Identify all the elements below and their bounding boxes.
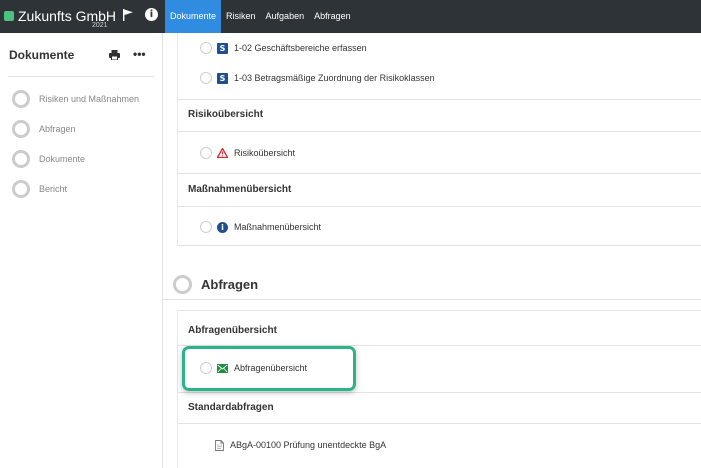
warning-icon: [217, 148, 228, 158]
sidebar-item-risiken-und-massnahmen[interactable]: Risiken und Maßnahmen: [12, 89, 139, 109]
list-item[interactable]: i Maßnahmenübersicht: [200, 220, 321, 234]
divider: [178, 206, 701, 207]
status-ring-icon: [12, 90, 30, 108]
s-document-icon: S: [217, 42, 228, 54]
list-item-label: 1-03 Betragsmäßige Zuordnung der Risikok…: [234, 73, 435, 83]
divider: [163, 299, 701, 300]
section-status-ring-icon: [173, 275, 192, 294]
divider: [178, 423, 701, 424]
divider: [178, 392, 701, 393]
sidebar-title: Dokumente: [9, 48, 75, 62]
list-item-label: Maßnahmenübersicht: [234, 222, 322, 232]
main-nav: Dokumente Risiken Aufgaben Abfragen: [165, 0, 356, 33]
divider: [178, 173, 701, 174]
sidebar-item-label: Dokumente: [39, 154, 86, 164]
highlight-box: [182, 346, 356, 391]
top-bar: Zukunfts GmbH 2021 i Dokumente Risiken A…: [0, 0, 701, 33]
sidebar-item-abfragen[interactable]: Abfragen: [12, 119, 76, 139]
main-content: S 1-02 Geschäftsbereiche erfassen S 1-03…: [163, 33, 701, 468]
list-item[interactable]: S 1-02 Geschäftsbereiche erfassen: [200, 41, 367, 55]
status-ring-icon: [200, 42, 212, 54]
flag-icon[interactable]: [122, 9, 134, 21]
print-icon[interactable]: [109, 50, 120, 60]
sidebar-divider: [8, 76, 154, 77]
nav-aufgaben[interactable]: Aufgaben: [261, 0, 310, 33]
status-ring-icon: [200, 72, 212, 84]
list-item-label: 1-02 Geschäftsbereiche erfassen: [234, 43, 367, 53]
info-icon: i: [217, 221, 228, 233]
sidebar-item-dokumente[interactable]: Dokumente: [12, 149, 85, 169]
status-ring-icon: [200, 221, 212, 233]
company-year: 2021: [92, 22, 108, 29]
document-icon: [215, 439, 224, 451]
dokumente-card: S 1-02 Geschäftsbereiche erfassen S 1-03…: [177, 33, 701, 246]
sidebar-item-bericht[interactable]: Bericht: [12, 179, 67, 199]
status-ring-icon: [12, 150, 30, 168]
section-header-standardabfragen: Standardabfragen: [188, 402, 274, 413]
sidebar-item-label: Abfragen: [39, 124, 76, 134]
brand-icon: [4, 11, 14, 21]
nav-abfragen[interactable]: Abfragen: [309, 0, 356, 33]
s-document-icon: S: [217, 72, 228, 84]
divider: [178, 310, 701, 311]
section-title-abfragen: Abfragen: [201, 277, 259, 292]
list-item-label: ABgA-00100 Prüfung unentdeckte BgA: [230, 440, 387, 450]
more-options-icon[interactable]: •••: [133, 47, 146, 61]
section-header-abfragenuebersicht: Abfragenübersicht: [188, 325, 277, 336]
list-item-label: Risikoübersicht: [234, 148, 296, 158]
section-header-risikouebersicht: Risikoübersicht: [188, 109, 264, 120]
info-icon[interactable]: i: [145, 8, 158, 21]
list-item[interactable]: Risikoübersicht: [200, 146, 295, 160]
nav-risiken[interactable]: Risiken: [221, 0, 261, 33]
sidebar: Dokumente ••• Risiken und Maßnahmen Abfr…: [0, 33, 163, 468]
status-ring-icon: [12, 180, 30, 198]
divider: [178, 131, 701, 132]
section-header-massnahmenuebersicht: Maßnahmenübersicht: [188, 184, 292, 195]
list-item[interactable]: S 1-03 Betragsmäßige Zuordnung der Risik…: [200, 71, 435, 85]
sidebar-item-label: Risiken und Maßnahmen: [39, 94, 140, 104]
status-ring-icon: [200, 147, 212, 159]
list-item[interactable]: ABgA-00100 Prüfung unentdeckte BgA: [215, 438, 386, 452]
divider: [178, 99, 701, 100]
sidebar-item-label: Bericht: [39, 184, 68, 194]
status-ring-icon: [12, 120, 30, 138]
nav-dokumente[interactable]: Dokumente: [165, 0, 222, 33]
divider: [178, 245, 701, 246]
